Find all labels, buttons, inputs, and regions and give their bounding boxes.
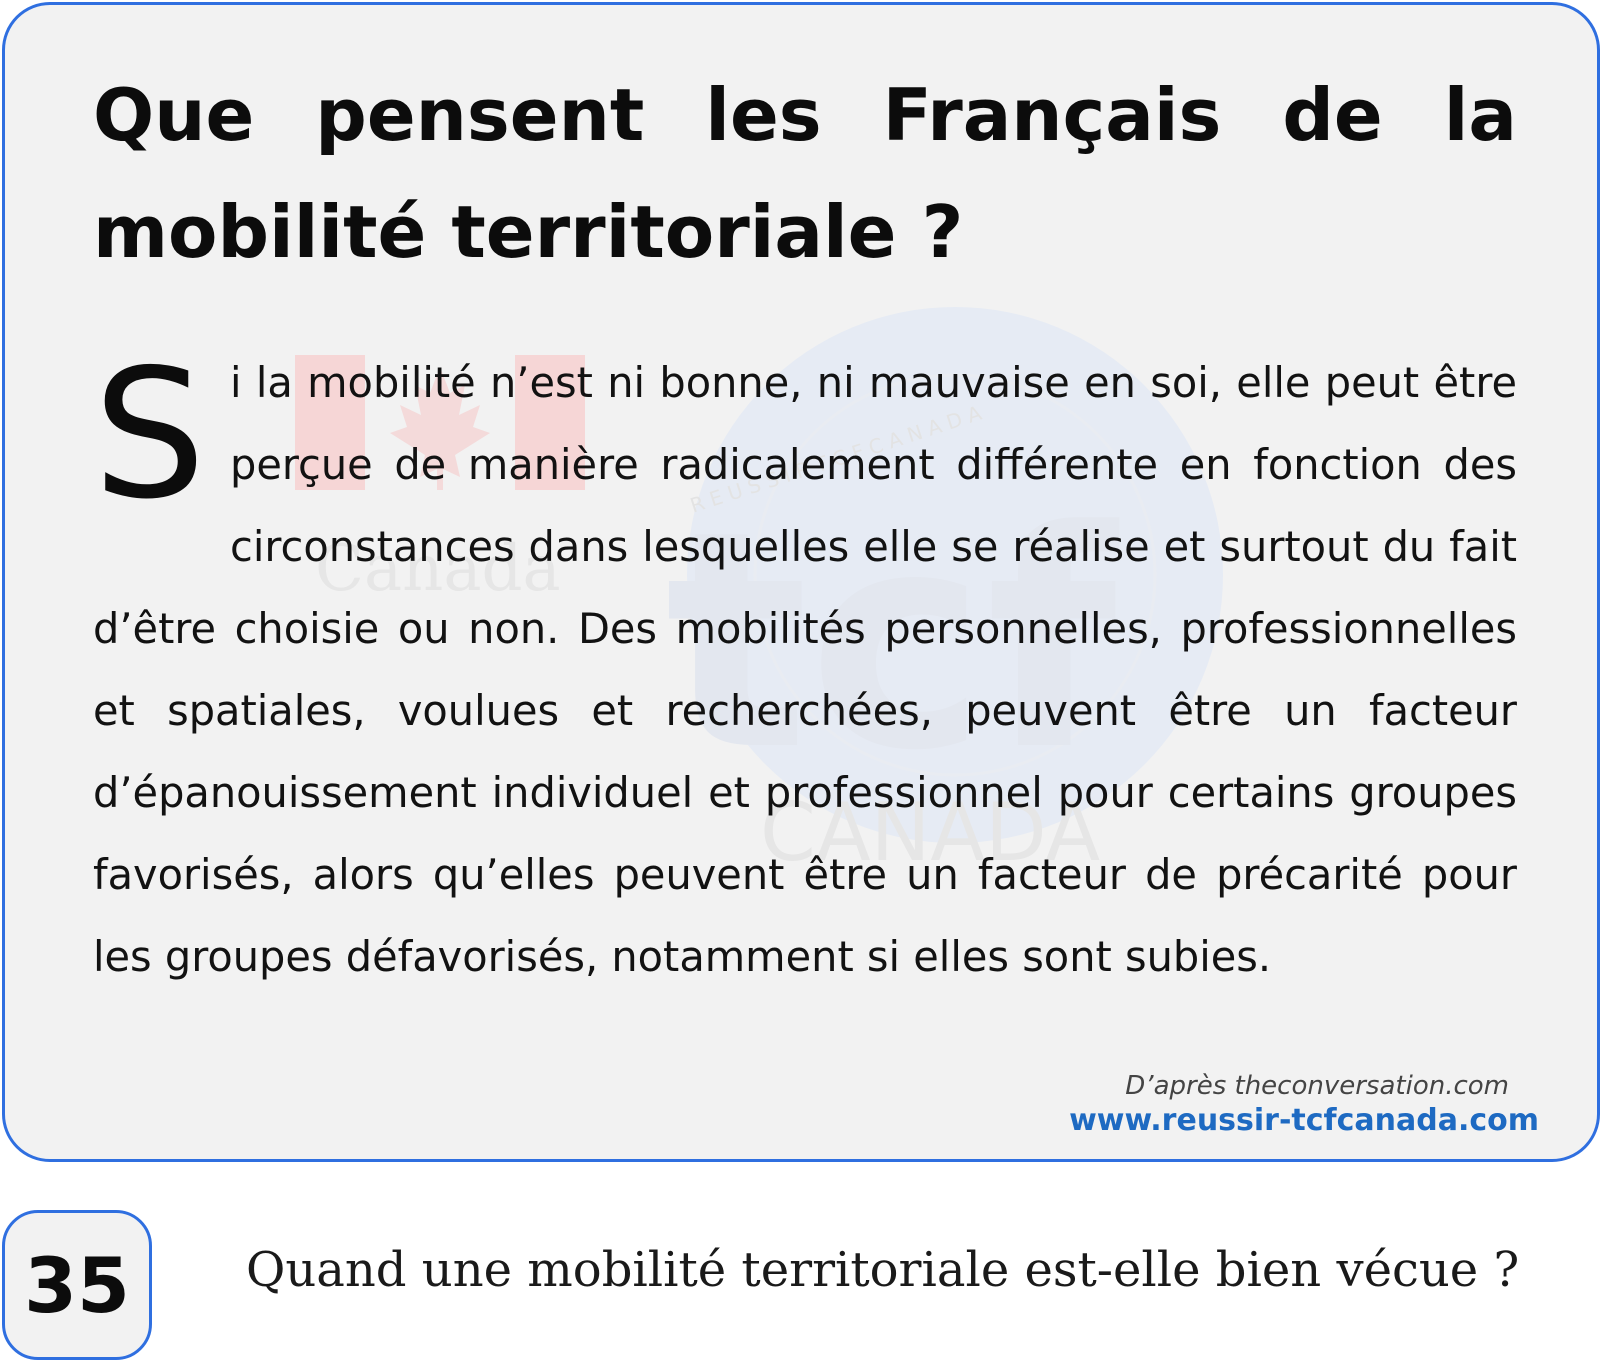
- article-title: Que pensent les Français de la mobilité …: [93, 57, 1517, 291]
- source-credit: D’après theconversation.com: [1125, 1071, 1509, 1101]
- article-body-text: i la mobilité n’est ni bonne, ni mauvais…: [93, 358, 1517, 981]
- drop-cap: S: [93, 331, 206, 538]
- title-line-2: mobilité territoriale ?: [93, 190, 964, 274]
- text-card: Canada tcf CANADA R E U S S I R T C F C …: [2, 2, 1600, 1162]
- question-number-badge: 35: [2, 1210, 152, 1360]
- question-text: Quand une mobilité territoriale est-elle…: [246, 1242, 1520, 1298]
- website-link[interactable]: www.reussir-tcfcanada.com: [1069, 1103, 1539, 1138]
- title-line-1: Que pensent les Français de la: [93, 73, 1517, 157]
- article-body: S i la mobilité n’est ni bonne, ni mauva…: [93, 342, 1517, 998]
